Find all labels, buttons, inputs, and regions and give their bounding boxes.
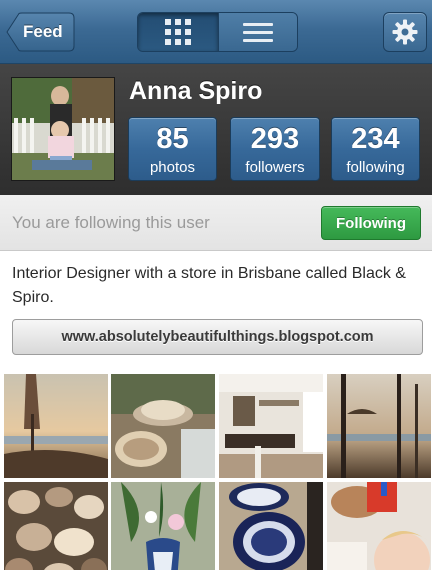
following-label: following <box>346 159 405 176</box>
following-button[interactable]: Following <box>321 206 421 240</box>
avatar[interactable] <box>11 77 115 181</box>
photo-thumbnail[interactable] <box>4 482 108 570</box>
photo-grid <box>0 367 432 570</box>
following-count-button[interactable]: 234 following <box>331 117 420 181</box>
photo-thumbnail[interactable] <box>219 482 323 570</box>
follow-status-bar: You are following this user Following <box>0 195 432 251</box>
photo-thumbnail[interactable] <box>327 374 431 478</box>
list-icon <box>242 23 273 42</box>
gear-icon <box>392 19 418 45</box>
followers-count-button[interactable]: 293 followers <box>230 117 320 181</box>
profile-bio: Interior Designer with a store in Brisba… <box>12 265 406 306</box>
navigation-bar: Feed <box>0 0 432 64</box>
photos-count-button[interactable]: 85 photos <box>128 117 217 181</box>
back-button[interactable]: Feed <box>6 12 75 52</box>
profile-header: Anna Spiro 85 photos 293 followers 234 f… <box>0 64 432 195</box>
back-button-label: Feed <box>23 22 63 41</box>
settings-button[interactable] <box>383 12 427 52</box>
list-view-button[interactable] <box>217 13 297 51</box>
photo-thumbnail[interactable] <box>111 482 215 570</box>
website-link-button[interactable]: www.absolutelybeautifulthings.blogspot.c… <box>12 319 423 355</box>
photos-count: 85 <box>156 123 189 155</box>
photo-thumbnail[interactable] <box>327 482 431 570</box>
photos-label: photos <box>149 159 196 176</box>
photo-thumbnail[interactable] <box>219 374 323 478</box>
grid-icon <box>164 19 191 45</box>
profile-name: Anna Spiro <box>129 77 263 105</box>
photo-thumbnail[interactable] <box>4 374 108 478</box>
photo-thumbnail[interactable] <box>111 374 215 478</box>
grid-view-button[interactable] <box>138 13 218 51</box>
view-mode-toggle <box>137 12 298 52</box>
follow-status-text: You are following this user <box>12 213 210 232</box>
following-count: 234 <box>351 123 400 155</box>
followers-count: 293 <box>250 123 300 155</box>
followers-label: followers <box>245 159 305 176</box>
